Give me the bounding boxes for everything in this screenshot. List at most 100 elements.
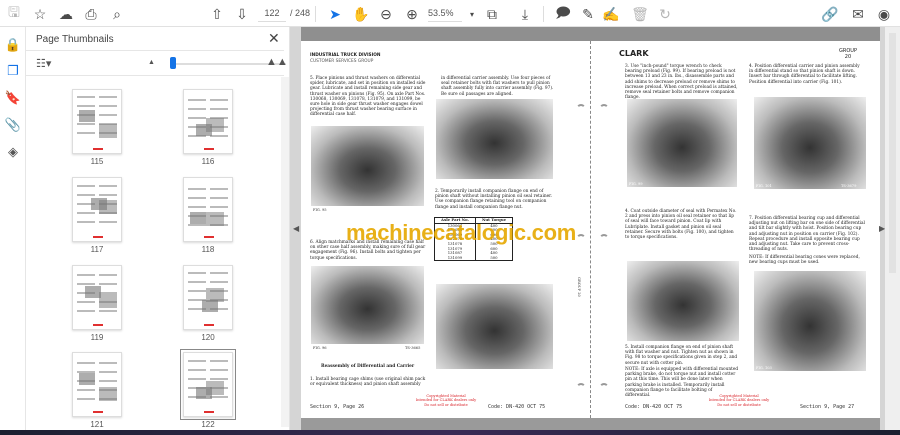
page-footer-left: Code: DN-420 OCT 75	[625, 404, 683, 410]
step-2-text: 2. Temporarily install companion flange …	[435, 189, 553, 210]
figure-96-image	[311, 266, 424, 344]
page-thumbnail[interactable]	[72, 89, 122, 154]
star-icon[interactable]: ☆	[30, 4, 50, 24]
select-cursor-icon[interactable]: ➤	[325, 4, 345, 24]
document-view: INDUSTRIAL TRUCK DIVISION CUSTOMER SERVI…	[290, 27, 885, 430]
page-thumbnail[interactable]	[180, 349, 236, 420]
loading-spinner-icon	[599, 104, 609, 114]
page-total: / 248	[290, 8, 311, 18]
side-stamp: GROUP 20	[576, 277, 581, 297]
scrollbar-thumb[interactable]	[889, 33, 896, 273]
copyright-line: Do not sell or distribute	[717, 402, 761, 407]
thumbnail-controls: ☷▾ ▲ ▲▲	[26, 50, 288, 76]
toolbar: 🖫 ☆ ☁ ⎙ ⌕ ⇧ ⇩ / 248 ➤ ✋ ⊖ ⊕ ▾ ⧉ ⤓ 🗩 ✎ ✍ …	[0, 0, 900, 27]
thumbnail-page-number: 119	[90, 333, 104, 342]
delete-icon[interactable]: 🗑	[630, 4, 650, 24]
document-scrollbar[interactable]	[885, 27, 900, 430]
page-thumbnail[interactable]	[72, 352, 122, 417]
loading-spinner-icon	[576, 383, 586, 393]
figure-99-caption: FIG. 99	[629, 182, 643, 186]
figure-100-image	[627, 261, 739, 341]
share-link-icon[interactable]: 🔗	[820, 4, 840, 24]
account-icon[interactable]: ◉	[874, 4, 894, 24]
copyright-line: Do not sell or distribute	[424, 402, 468, 407]
next-page-edge	[301, 418, 880, 430]
page-thumbnail[interactable]	[72, 265, 122, 330]
sign-icon[interactable]: ✍	[601, 4, 621, 24]
panel-scrollbar[interactable]	[281, 77, 289, 427]
step-5-text: 5. Place pinions and thrust washers on d…	[310, 76, 426, 118]
figure-99-image	[627, 99, 737, 187]
small-thumbnail-icon[interactable]: ▲	[148, 59, 155, 66]
options-menu-icon[interactable]: ☷▾	[36, 57, 51, 70]
figure-97-image	[436, 99, 553, 179]
page-fit-icon[interactable]: ⧉	[482, 4, 502, 24]
figure-101-image	[754, 97, 866, 189]
previous-page-arrow-icon[interactable]: ◀	[293, 224, 299, 233]
page-footer-right: Code: DN-420 OCT 75	[488, 404, 546, 410]
taskbar	[0, 430, 900, 435]
thumbnail-page-number: 122	[201, 420, 215, 429]
thumbnail-page-number: 116	[201, 157, 215, 166]
save-icon[interactable]: 🖫	[4, 4, 24, 24]
step-1-text: 1. Install bearing cage shims (use origi…	[310, 377, 426, 388]
thumbnail-page-number: 118	[201, 245, 215, 254]
zoom-in-icon[interactable]: ⊕	[402, 4, 422, 24]
figure-95-caption: FIG. 95	[313, 208, 327, 212]
zoom-input[interactable]	[428, 5, 462, 22]
hand-icon[interactable]: ✋	[351, 4, 371, 24]
page-thumbnail[interactable]	[183, 89, 233, 154]
print-icon[interactable]: ⎙	[81, 4, 101, 24]
comment-icon[interactable]: 🗩	[553, 4, 573, 24]
figure-98-image	[436, 284, 553, 369]
page-down-icon[interactable]: ⇩	[232, 4, 252, 24]
step-5-text: 5. Install companion flange on end of pi…	[625, 345, 738, 366]
bookmark-icon[interactable]: 🔖	[3, 88, 23, 108]
page-thumbnail[interactable]	[72, 177, 122, 242]
search-icon[interactable]: ⌕	[107, 4, 127, 24]
copyright-notice: Copyrighted Material Intended for CLARK …	[406, 394, 486, 407]
copyright-notice: Copyrighted Material Intended for CLARK …	[699, 394, 779, 407]
page-26: INDUSTRIAL TRUCK DIVISION CUSTOMER SERVI…	[301, 41, 591, 418]
page-thumbnail[interactable]	[183, 265, 233, 330]
figure-96-code: TS-3665	[405, 346, 421, 350]
thumbnail-page-number: 115	[90, 157, 104, 166]
pen-icon[interactable]: ✎	[578, 4, 598, 24]
figure-96-caption: FIG. 96	[313, 346, 327, 350]
group-header: CUSTOMER SERVICES GROUP	[310, 59, 374, 64]
step-4-text: 4. Coat outside diameter of seal with Pe…	[625, 209, 737, 241]
cloud-upload-icon[interactable]: ☁	[56, 4, 76, 24]
zoom-out-icon[interactable]: ⊖	[376, 4, 396, 24]
thumbnail-page-number: 117	[90, 245, 104, 254]
figure-101-caption: FIG. 101	[756, 184, 772, 188]
close-icon[interactable]: ✕	[268, 30, 280, 47]
page-thumbnail[interactable]	[183, 177, 233, 242]
clark-logo: CLARK	[619, 49, 649, 58]
email-icon[interactable]: ✉	[848, 4, 868, 24]
redo-icon[interactable]: ↻	[655, 4, 675, 24]
scroll-mode-icon[interactable]: ⤓	[515, 4, 535, 24]
slider-handle[interactable]	[170, 57, 176, 69]
zoom-dropdown-chevron-icon[interactable]: ▾	[462, 4, 482, 24]
table-row: 131099 500	[434, 255, 514, 262]
nut-torque-cell: 500	[474, 255, 514, 262]
page-up-icon[interactable]: ⇧	[207, 4, 227, 24]
loading-spinner-icon	[576, 104, 586, 114]
continuation-text: in differential carrier assembly. Use fo…	[441, 76, 554, 97]
page-number-input[interactable]	[258, 5, 286, 22]
step-4b-text: 4. Position differential carrier and pin…	[749, 64, 860, 85]
page-thumbnails-icon[interactable]: ❐	[3, 61, 23, 81]
lock-icon[interactable]: 🔒	[3, 35, 23, 55]
thumbnails-panel: Page Thumbnails ✕ ☷▾ ▲ ▲▲ 115 116 117 118 11…	[26, 27, 290, 430]
loading-spinner-icon	[599, 383, 609, 393]
watermark: machinecatalogic.com	[346, 220, 576, 245]
layers-icon[interactable]: ◈	[3, 142, 23, 162]
figure-95-image	[311, 126, 424, 206]
loading-spinner-icon	[599, 234, 609, 244]
group-label: GROUP 20	[839, 48, 857, 60]
previous-page-edge	[301, 27, 880, 41]
axle-part-cell: 131099	[434, 255, 476, 262]
step-3-text: 3. Use "inch-pound" torque wrench to che…	[625, 64, 738, 101]
large-thumbnail-icon[interactable]: ▲▲	[266, 56, 288, 68]
attachment-icon[interactable]: 📎	[3, 115, 23, 135]
